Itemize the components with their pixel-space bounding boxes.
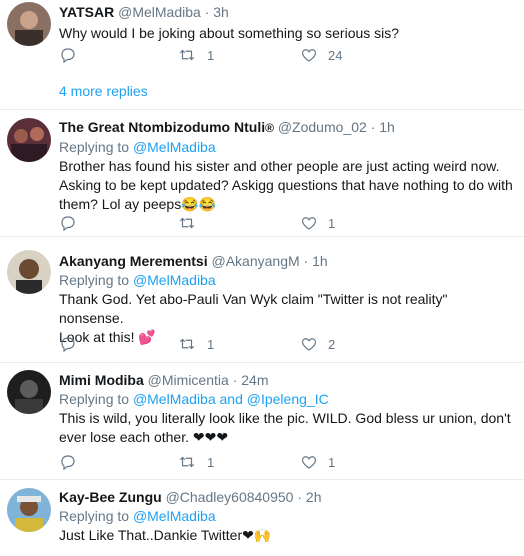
reply-button[interactable] [59,214,77,232]
tweet-header: Kay-Bee Zungu @Chadley60840950 · 2h [59,488,514,507]
tweet-actions: 1 2 [59,335,459,357]
tweet-yatsar[interactable]: YATSAR @MelMadiba · 3h Why would I be jo… [0,0,524,110]
tweet-text-line: them? Lol ay peeps😂😂 [59,196,217,212]
display-name[interactable]: YATSAR [59,4,114,20]
reply-icon [61,48,75,64]
like-button[interactable]: 1 [300,214,335,232]
like-button[interactable]: 24 [300,46,342,64]
heart-icon [301,217,317,230]
avatar[interactable] [7,118,51,162]
separator-dot: · [303,253,309,269]
reply-icon [61,216,75,232]
tweet-text: Just Like That..Dankie Twitter❤🙌 [59,526,514,545]
retweet-button[interactable]: 1 [177,335,214,353]
tweet-text: Why would I be joking about something so… [59,25,400,41]
replying-to: Replying to @MelMadiba [59,507,514,526]
replying-to-label: Replying to [59,272,130,288]
replying-to-label: Replying to [59,391,130,407]
like-button[interactable]: 2 [300,335,335,353]
timestamp[interactable]: 3h [213,4,229,20]
timestamp[interactable]: 24m [241,372,268,388]
tweet-header: Mimi Modiba @Mimicentia · 24m [59,371,514,390]
tweet-actions: 1 24 [59,46,459,68]
like-count: 1 [328,215,336,231]
reply-icon [61,337,75,353]
retweet-icon [179,456,195,468]
retweet-count: 1 [207,336,215,352]
display-name[interactable]: Mimi Modiba [59,372,144,388]
tweet-header: Akanyang Merementsi @AkanyangM · 1h [59,252,514,271]
retweet-icon [179,338,195,350]
tweet-text: This is wild, you literally look like th… [59,409,514,447]
tweet-header: YATSAR @MelMadiba · 3h [59,3,514,22]
tweet-reply[interactable]: Akanyang Merementsi @AkanyangM · 1h Repl… [0,237,524,363]
heart-icon [301,338,317,351]
display-name[interactable]: The Great Ntombizodumo Ntuli [59,119,265,135]
separator-dot: · [370,119,376,135]
user-handle[interactable]: @Zodumo_02 [278,119,367,135]
replying-to-link[interactable]: @MelMadiba [133,508,216,524]
name-badge: ® [265,121,274,135]
retweet-button[interactable]: 1 [177,453,214,471]
avatar[interactable] [7,2,51,46]
replying-to-link[interactable]: @MelMadiba [133,272,216,288]
tweet-reply[interactable]: Kay-Bee Zungu @Chadley60840950 · 2h Repl… [0,480,524,556]
separator-dot: · [297,489,303,505]
display-name[interactable]: Akanyang Merementsi [59,253,208,269]
reply-icon [61,455,75,471]
user-handle[interactable]: @Mimicentia [148,372,229,388]
like-count: 24 [328,47,343,63]
retweet-button[interactable]: 1 [177,46,214,64]
like-count: 2 [328,336,336,352]
timestamp[interactable]: 1h [312,253,328,269]
tweet-text-line: Thank God. Yet abo-Pauli Van Wyk claim "… [59,291,448,326]
tweet-text-line: Just Like That..Dankie Twitter❤🙌 [59,527,272,543]
avatar[interactable] [7,250,51,294]
user-handle[interactable]: @Chadley60840950 [166,489,294,505]
separator-dot: · [232,372,238,388]
tweet-actions: 1 1 [59,453,459,475]
tweet-reply[interactable]: Mimi Modiba @Mimicentia · 24m Replying t… [0,363,524,480]
heart-icon [301,456,317,469]
replying-to-link[interactable]: @MelMadiba [133,139,216,155]
replying-to-label: Replying to [59,139,130,155]
like-count: 1 [328,454,336,470]
show-more-replies-link[interactable]: 4 more replies [59,83,148,99]
replying-to-link[interactable]: @MelMadiba and @Ipeleng_IC [133,391,329,407]
display-name[interactable]: Kay-Bee Zungu [59,489,162,505]
tweet-text-line: Asking to be kept updated? Askigg questi… [59,177,513,193]
tweet-header: The Great Ntombizodumo Ntuli® @Zodumo_02… [59,118,514,138]
timestamp[interactable]: 2h [306,489,322,505]
reply-button[interactable] [59,335,77,353]
heart-icon [301,49,317,62]
replying-to-label: Replying to [59,508,130,524]
tweet-reply[interactable]: The Great Ntombizodumo Ntuli® @Zodumo_02… [0,110,524,237]
reply-button[interactable] [59,46,77,64]
replying-to: Replying to @MelMadiba [59,138,514,157]
tweet-text: Brother has found his sister and other p… [59,157,514,214]
tweet-text-line: Brother has found his sister and other p… [59,158,500,174]
replying-to: Replying to @MelMadiba and @Ipeleng_IC [59,390,514,409]
replying-to: Replying to @MelMadiba [59,271,514,290]
retweet-icon [179,217,195,229]
retweet-icon [179,49,195,61]
reply-button[interactable] [59,453,77,471]
retweet-button[interactable] [177,214,207,232]
avatar[interactable] [7,370,51,414]
tweet-text-line: ever lose each other. ❤❤❤ [59,429,229,445]
tweet-text-line: This is wild, you literally look like th… [59,410,511,426]
tweet-actions: 1 [59,214,459,236]
retweet-count: 1 [207,454,215,470]
user-handle[interactable]: @MelMadiba [118,4,201,20]
user-handle[interactable]: @AkanyangM [212,253,300,269]
timestamp[interactable]: 1h [379,119,395,135]
like-button[interactable]: 1 [300,453,335,471]
separator-dot: · [204,4,210,20]
avatar[interactable] [7,488,51,532]
retweet-count: 1 [207,47,215,63]
